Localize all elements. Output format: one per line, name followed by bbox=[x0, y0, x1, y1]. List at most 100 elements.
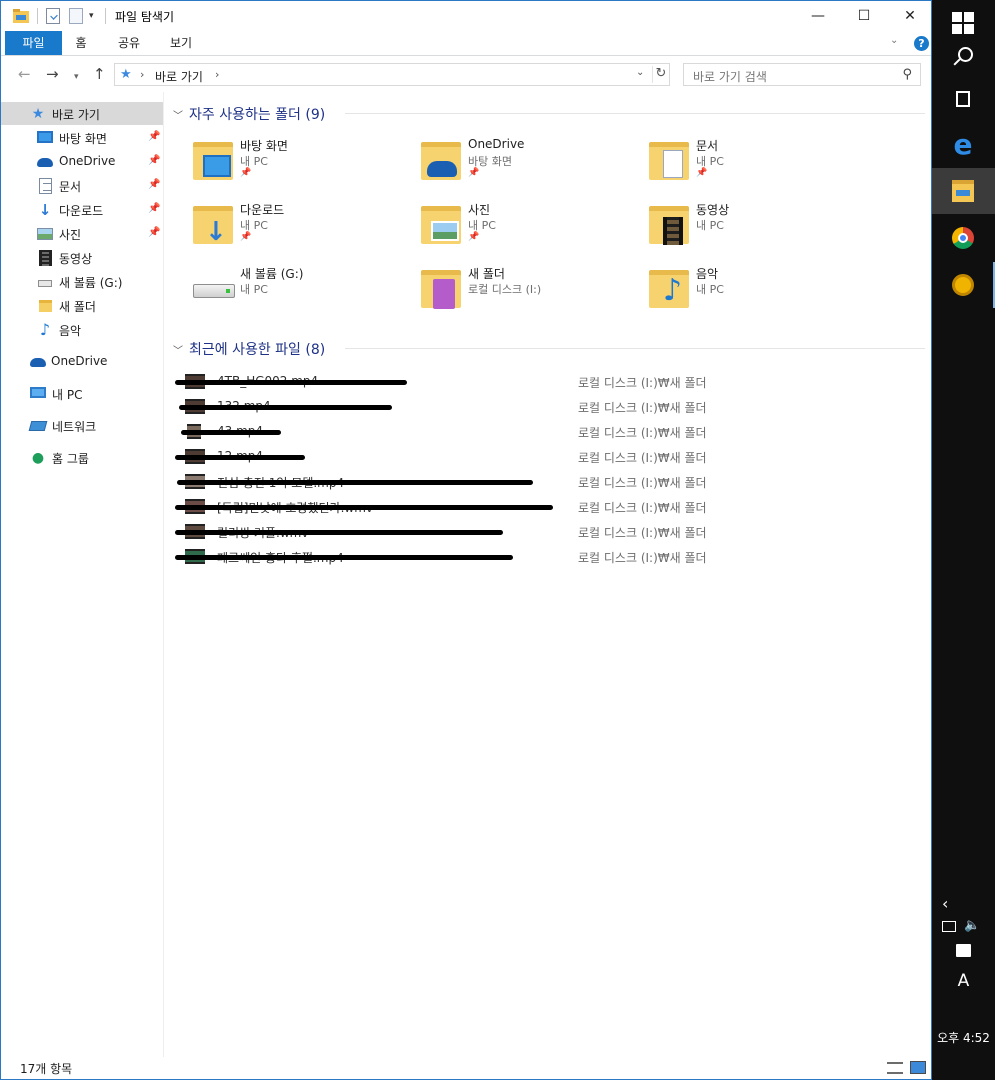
tab-home[interactable]: 홈 bbox=[63, 31, 99, 55]
refresh-icon[interactable]: ↻ bbox=[652, 66, 669, 83]
new-folder-icon[interactable] bbox=[69, 8, 83, 24]
documents-folder-icon bbox=[641, 134, 693, 184]
breadcrumb-chevron-icon[interactable]: › bbox=[140, 68, 144, 81]
pin-icon[interactable]: 📌 bbox=[148, 227, 160, 238]
explorer-taskbar-button[interactable] bbox=[932, 168, 995, 214]
folder-tile-onedrive[interactable]: OneDrive 바탕 화면 📌 bbox=[413, 134, 633, 194]
title-bar: ▾ 파일 탐색기 — ☐ ✕ bbox=[1, 1, 931, 31]
recent-file-row[interactable]: [독립]민낯에 호령했던가.wmv 로컬 디스크 (I:)₩새 폴더 bbox=[175, 495, 725, 519]
show-hidden-icons-chevron-icon[interactable]: ‹ bbox=[942, 894, 948, 913]
recent-file-location: 로컬 디스크 (I:)₩새 폴더 bbox=[578, 476, 707, 490]
taskbar-clock[interactable]: 오후 4:52 bbox=[932, 1029, 995, 1046]
redaction-mark bbox=[177, 480, 533, 485]
search-input[interactable]: 바로 가기 검색 bbox=[693, 68, 767, 85]
nav-item-homegroup[interactable]: ● 홈 그룹 bbox=[1, 446, 163, 469]
tile-location: 내 PC bbox=[240, 155, 268, 168]
nav-item-this-pc[interactable]: 내 PC bbox=[1, 382, 163, 405]
back-arrow-icon[interactable]: ← bbox=[18, 66, 31, 82]
nav-item-quick-access[interactable]: ★ 바로 가기 bbox=[1, 102, 163, 125]
folder-tile-music[interactable]: ♪ 음악 내 PC bbox=[641, 262, 861, 322]
folder-tile-downloads[interactable]: ↓ 다운로드 내 PC 📌 bbox=[185, 198, 405, 258]
nav-item-volume-g[interactable]: 새 볼륨 (G:) bbox=[1, 270, 163, 293]
toolbar-separator bbox=[37, 8, 38, 24]
breadcrumb-chevron-icon[interactable]: › bbox=[215, 68, 219, 81]
nav-item-label: 새 볼륨 (G:) bbox=[59, 276, 123, 290]
recent-locations-chevron-icon[interactable]: ▾ bbox=[74, 69, 79, 85]
recent-file-row[interactable]: 페르쎄인 홍타 후쩔.mp4 로컬 디스크 (I:)₩새 폴더 bbox=[175, 545, 725, 569]
tile-name: OneDrive bbox=[468, 137, 525, 151]
pin-icon[interactable]: 📌 bbox=[148, 131, 160, 142]
group-header-label: 자주 사용하는 폴더 (9) bbox=[189, 107, 326, 123]
nav-item-music[interactable]: ♪ 음악 bbox=[1, 318, 163, 341]
nav-item-new-folder[interactable]: 새 폴더 bbox=[1, 294, 163, 317]
chrome-taskbar-button[interactable] bbox=[932, 215, 995, 261]
tile-location: 내 PC bbox=[240, 219, 268, 232]
expand-ribbon-icon[interactable]: ⌄ bbox=[890, 35, 898, 46]
properties-icon[interactable] bbox=[46, 8, 60, 24]
documents-icon bbox=[39, 178, 52, 194]
maximize-button[interactable]: ☐ bbox=[841, 1, 887, 31]
task-view-button[interactable] bbox=[932, 77, 995, 123]
folder-tile-new-folder[interactable]: 새 폴더 로컬 디스크 (I:) bbox=[413, 262, 633, 322]
breadcrumb-current[interactable]: 바로 가기 bbox=[155, 68, 203, 85]
nav-item-documents[interactable]: 문서 📌 bbox=[1, 174, 163, 197]
tile-location: 바탕 화면 bbox=[468, 155, 512, 168]
pin-icon[interactable]: 📌 bbox=[148, 155, 160, 166]
app-taskbar-button[interactable] bbox=[932, 262, 995, 308]
nav-item-pictures[interactable]: 사진 📌 bbox=[1, 222, 163, 245]
recent-file-row[interactable]: 릴리쌍 커플.wmv 로컬 디스크 (I:)₩새 폴더 bbox=[175, 520, 725, 544]
homegroup-icon: ● bbox=[31, 450, 45, 466]
folder-icon bbox=[39, 300, 52, 312]
group-header-frequent[interactable]: ﹀ 자주 사용하는 폴더 (9) bbox=[173, 104, 325, 124]
folder-tile-documents[interactable]: 문서 내 PC 📌 bbox=[641, 134, 861, 194]
recent-file-row[interactable]: 4TB_HG002.mp4 로컬 디스크 (I:)₩새 폴더 bbox=[175, 370, 725, 394]
action-center-icon[interactable] bbox=[956, 944, 971, 957]
collapse-chevron-icon[interactable]: ﹀ bbox=[173, 111, 183, 122]
nav-item-network[interactable]: 네트워크 bbox=[1, 414, 163, 437]
nav-item-videos[interactable]: 동영상 bbox=[1, 246, 163, 269]
recent-file-row[interactable]: 12.mp4 로컬 디스크 (I:)₩새 폴더 bbox=[175, 445, 725, 469]
tab-file[interactable]: 파일 bbox=[5, 31, 62, 55]
edge-taskbar-button[interactable]: e bbox=[932, 122, 995, 168]
minimize-button[interactable]: — bbox=[795, 1, 841, 31]
large-icons-view-icon[interactable] bbox=[910, 1061, 926, 1074]
input-method-indicator[interactable]: A bbox=[932, 971, 995, 991]
details-view-icon[interactable] bbox=[887, 1062, 903, 1074]
forward-arrow-icon[interactable]: → bbox=[46, 66, 59, 82]
recent-file-row[interactable]: 진심 충전 1억 모델.mp4 로컬 디스크 (I:)₩새 폴더 bbox=[175, 470, 725, 494]
address-dropdown-icon[interactable]: ⌄ bbox=[636, 67, 644, 78]
pin-icon[interactable]: 📌 bbox=[148, 203, 160, 214]
up-arrow-icon[interactable]: ↑ bbox=[93, 66, 106, 82]
nav-item-onedrive-pinned[interactable]: OneDrive 📌 bbox=[1, 150, 163, 173]
nav-item-onedrive[interactable]: OneDrive bbox=[1, 350, 163, 373]
nav-item-desktop[interactable]: 바탕 화면 📌 bbox=[1, 126, 163, 149]
address-bar[interactable]: ★ › 바로 가기 › ⌄ ↻ bbox=[114, 63, 670, 86]
desktop-folder-icon bbox=[185, 134, 237, 184]
folder-tile-videos[interactable]: 동영상 내 PC bbox=[641, 198, 861, 258]
search-box[interactable]: 바로 가기 검색 ⚲ bbox=[683, 63, 921, 86]
recent-file-row[interactable]: 132.mp4 로컬 디스크 (I:)₩새 폴더 bbox=[175, 395, 725, 419]
pin-icon[interactable]: 📌 bbox=[148, 179, 160, 190]
collapse-chevron-icon[interactable]: ﹀ bbox=[173, 346, 183, 357]
network-status-icon[interactable] bbox=[942, 921, 956, 932]
yellow-app-icon bbox=[952, 274, 974, 296]
recent-file-row[interactable]: 43.mp4 로컬 디스크 (I:)₩새 폴더 bbox=[175, 420, 725, 444]
music-folder-icon: ♪ bbox=[641, 262, 693, 312]
group-header-recent[interactable]: ﹀ 최근에 사용한 파일 (8) bbox=[173, 339, 325, 359]
window-title: 파일 탐색기 bbox=[115, 10, 175, 24]
tab-share[interactable]: 공유 bbox=[109, 31, 149, 55]
nav-item-downloads[interactable]: ↓ 다운로드 📌 bbox=[1, 198, 163, 221]
help-icon[interactable]: ? bbox=[914, 36, 929, 51]
folder-tile-desktop[interactable]: 바탕 화면 내 PC 📌 bbox=[185, 134, 405, 194]
recent-file-location: 로컬 디스크 (I:)₩새 폴더 bbox=[578, 401, 707, 415]
customize-quick-access-icon[interactable]: ▾ bbox=[89, 8, 99, 24]
pin-icon: 📌 bbox=[240, 168, 252, 178]
tile-name: 다운로드 bbox=[240, 203, 285, 217]
quick-access-star-icon: ★ bbox=[120, 67, 132, 82]
search-icon[interactable]: ⚲ bbox=[902, 67, 912, 82]
folder-tile-volume-g[interactable]: 새 볼륨 (G:) 내 PC bbox=[185, 262, 405, 322]
volume-icon[interactable]: 🔈 bbox=[964, 918, 980, 933]
folder-tile-pictures[interactable]: 사진 내 PC 📌 bbox=[413, 198, 633, 258]
close-button[interactable]: ✕ bbox=[887, 1, 931, 31]
tab-view[interactable]: 보기 bbox=[161, 31, 201, 55]
